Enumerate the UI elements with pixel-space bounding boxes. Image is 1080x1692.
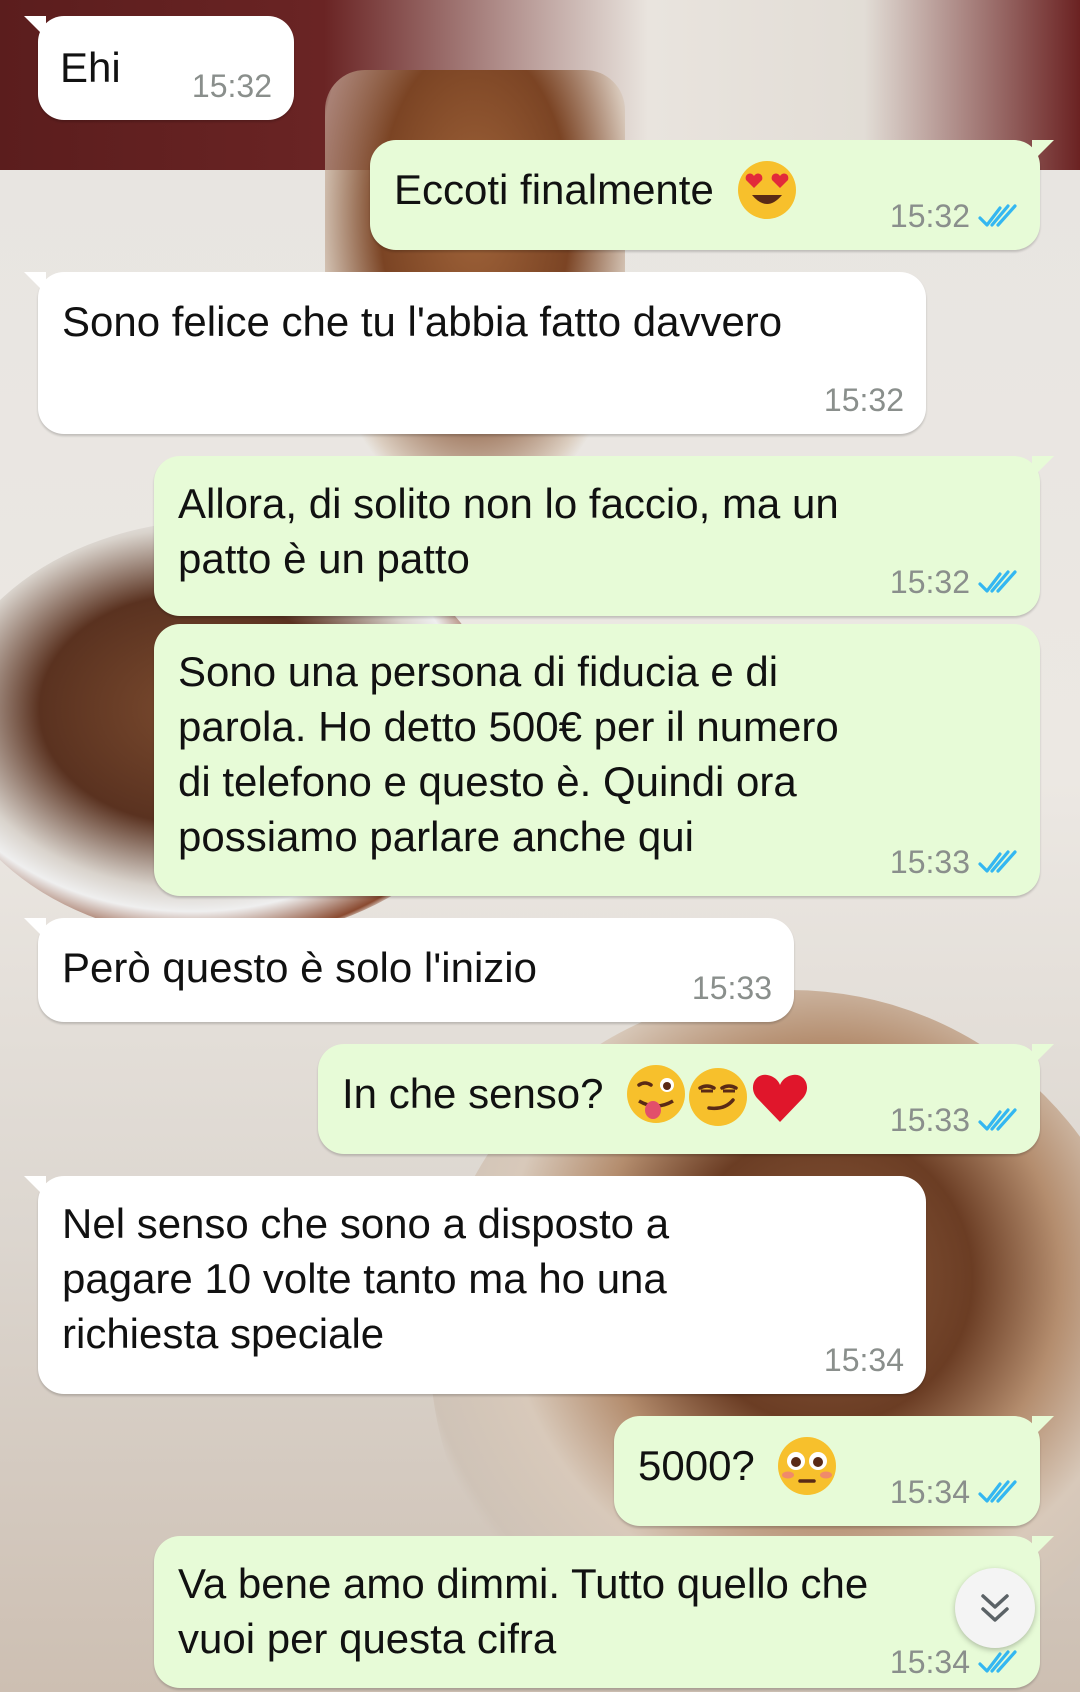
double-check-icon	[978, 568, 1018, 596]
message-outgoing[interactable]: Sono una persona di fiducia e di parola.…	[154, 624, 1040, 896]
message-meta: 15:32	[824, 382, 904, 418]
message-outgoing[interactable]: Va bene amo dimmi. Tutto quello che vuoi…	[154, 1536, 1054, 1688]
double-check-icon	[978, 848, 1018, 876]
message-time: 15:33	[889, 844, 970, 880]
message-time: 15:34	[889, 1474, 970, 1510]
message-time: 15:34	[823, 1342, 904, 1378]
message-outgoing[interactable]: In che senso? 15:33	[318, 1044, 1054, 1154]
message-outgoing[interactable]: 5000? 15:34	[614, 1416, 1054, 1526]
message-incoming[interactable]: Sono felice che tu l'abbia fatto davvero…	[24, 272, 926, 434]
message-incoming[interactable]: Nel senso che sono a disposto a pagare 1…	[24, 1176, 926, 1394]
message-meta: 15:34	[890, 1474, 1018, 1510]
message-meta: 15:34	[890, 1644, 1018, 1680]
message-incoming[interactable]: Ehi 15:32	[24, 16, 294, 120]
double-check-icon	[978, 1648, 1018, 1676]
double-check-icon	[978, 1106, 1018, 1134]
message-time: 15:33	[889, 1102, 970, 1138]
message-time: 15:32	[889, 564, 970, 600]
heart-eyes-emoji	[737, 160, 796, 219]
message-time: 15:32	[889, 198, 970, 234]
smirk-emoji	[689, 1068, 748, 1126]
message-text: Eccoti finalmente	[394, 166, 714, 213]
message-text: Nel senso che sono a disposto a pagare 1…	[62, 1200, 670, 1357]
chevron-double-down-icon	[981, 1594, 1009, 1622]
message-meta: 15:33	[890, 844, 1018, 880]
message-text: Però questo è solo l'inizio	[62, 944, 537, 991]
message-time: 15:33	[691, 970, 772, 1006]
red-heart-emoji	[753, 1074, 808, 1122]
message-incoming[interactable]: Però questo è solo l'inizio 15:33	[24, 918, 794, 1022]
message-time: 15:32	[823, 382, 904, 418]
double-check-icon	[978, 1478, 1018, 1506]
message-text: 5000?	[638, 1442, 755, 1489]
double-check-icon	[978, 202, 1018, 230]
message-outgoing[interactable]: Allora, di solito non lo faccio, ma un p…	[154, 456, 1054, 616]
message-meta: 15:32	[890, 198, 1018, 234]
message-text: In che senso?	[342, 1070, 604, 1118]
message-text: Sono felice che tu l'abbia fatto davvero	[62, 298, 783, 345]
winking-tongue-emoji	[627, 1065, 686, 1123]
message-meta: 15:34	[824, 1342, 904, 1378]
message-meta: 15:32	[192, 68, 272, 104]
message-time: 15:34	[889, 1644, 970, 1680]
message-text: Sono una persona di fiducia e di parola.…	[178, 648, 839, 860]
message-meta: 15:33	[692, 970, 772, 1006]
flushed-emoji	[778, 1436, 837, 1495]
message-outgoing[interactable]: Eccoti finalmente 15:32	[370, 140, 1054, 250]
message-meta: 15:33	[890, 1102, 1018, 1138]
message-meta: 15:32	[890, 564, 1018, 600]
scroll-to-bottom-button[interactable]	[955, 1568, 1035, 1648]
message-time: 15:32	[191, 68, 272, 104]
